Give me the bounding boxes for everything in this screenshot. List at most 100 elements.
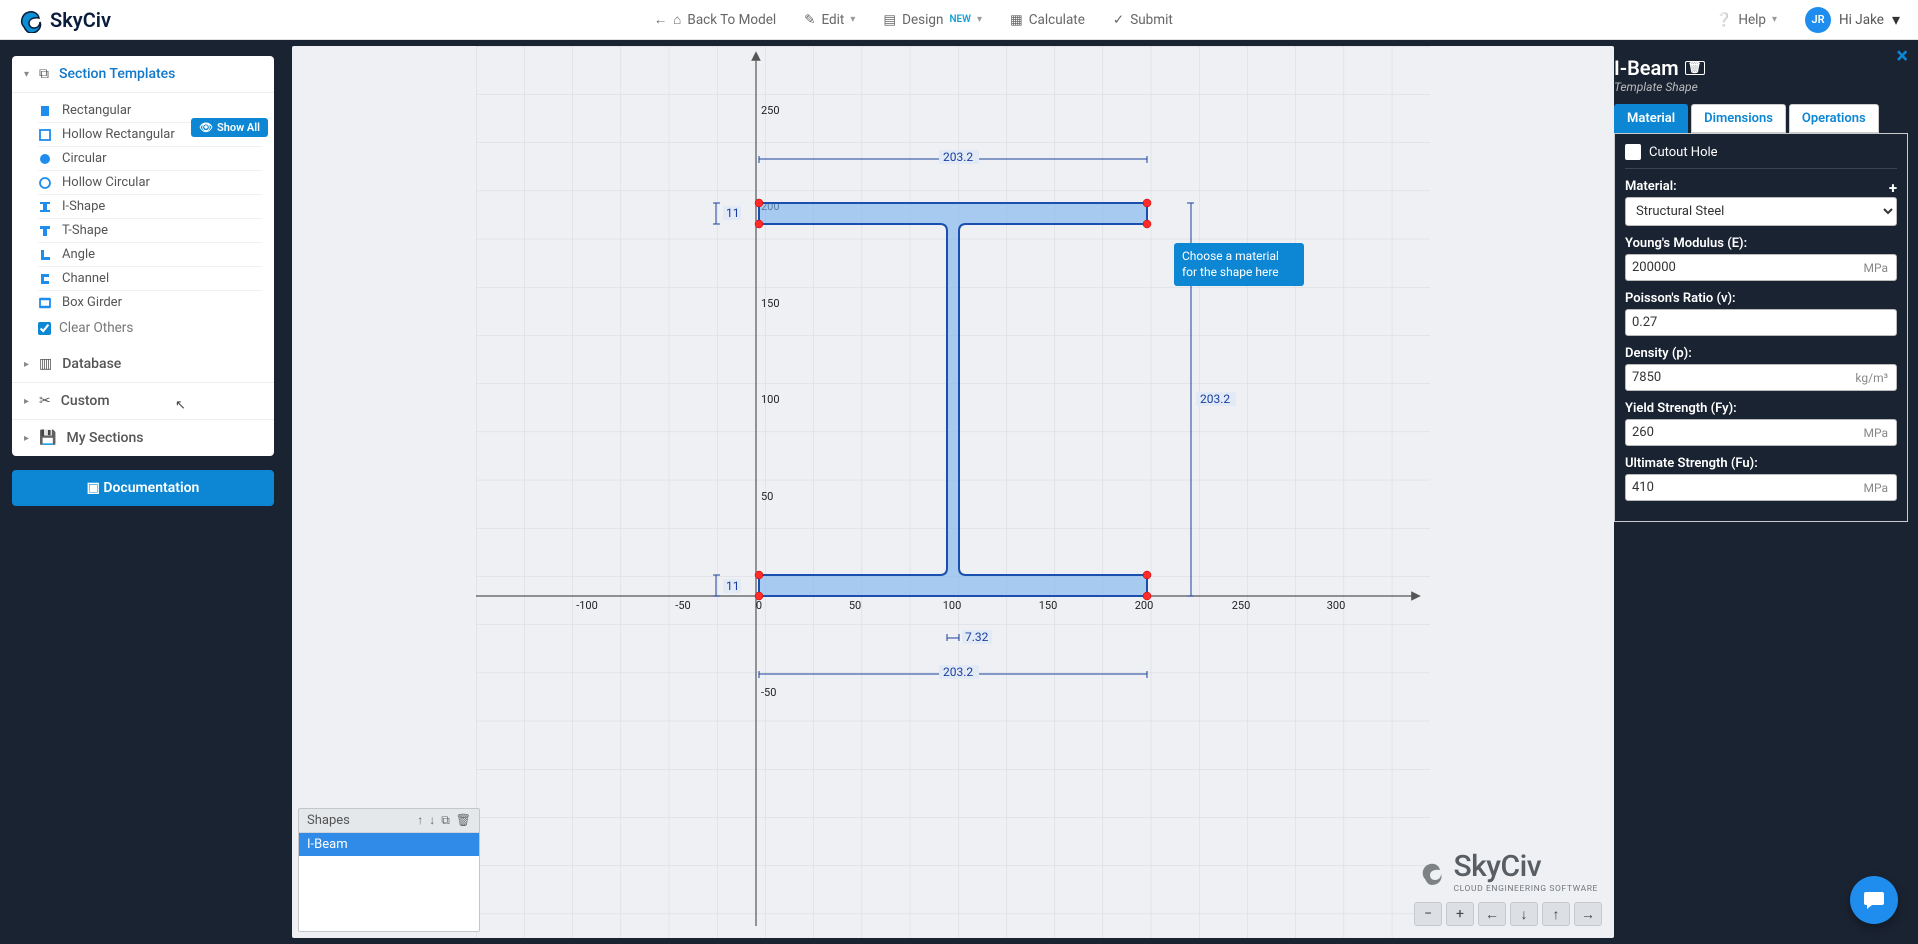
material-select[interactable]: Structural Steel <box>1626 198 1896 225</box>
template-icon: ⧉ <box>39 66 49 82</box>
logo-text: SkyCiv <box>50 8 111 32</box>
svg-text:200: 200 <box>1135 599 1154 612</box>
chevron-down-icon: ▾ <box>24 69 29 80</box>
delete-button[interactable]: 🗑 <box>456 813 471 828</box>
poisson-ratio-input[interactable] <box>1626 310 1896 335</box>
database-header[interactable]: ▸ ▥ Database <box>12 346 274 383</box>
svg-text:100: 100 <box>943 599 962 612</box>
i-shape-icon <box>38 200 52 214</box>
cutout-hole-toggle[interactable]: Cutout Hole <box>1625 144 1897 169</box>
design-menu[interactable]: ▤ Design NEW ▾ <box>883 12 982 28</box>
pan-up-button[interactable]: ↑ <box>1542 902 1570 926</box>
help-menu[interactable]: ❔ Help ▾ <box>1716 12 1778 28</box>
chevron-down-icon[interactable]: ▾ <box>1892 10 1900 29</box>
ultimate-strength-input[interactable] <box>1626 475 1855 500</box>
svg-text:11: 11 <box>726 206 740 220</box>
custom-label: Custom <box>61 393 110 409</box>
template-i-shape[interactable]: I-Shape <box>38 195 262 219</box>
zoom-out-button[interactable]: − <box>1414 902 1442 926</box>
props-subtitle: Template Shape <box>1614 80 1908 94</box>
save-icon: 💾 <box>39 430 56 446</box>
chevron-right-icon: ▸ <box>24 396 29 407</box>
svg-text:7.32: 7.32 <box>965 630 989 644</box>
ultimate-label: Ultimate Strength (Fu): <box>1625 456 1897 471</box>
tab-material[interactable]: Material <box>1614 104 1688 133</box>
edit-menu[interactable]: ✎ Edit ▾ <box>804 12 855 28</box>
duplicate-button[interactable]: ⧉ <box>441 813 450 828</box>
book-icon: ▣ <box>87 480 104 496</box>
custom-header[interactable]: ▸ ✂ Custom ↖ <box>12 383 274 420</box>
template-hollow-circular[interactable]: Hollow Circular <box>38 171 262 195</box>
svg-text:100: 100 <box>761 393 780 406</box>
move-up-button[interactable]: ↑ <box>417 813 423 828</box>
submit-label: Submit <box>1130 12 1173 28</box>
young-label: Young's Modulus (E): <box>1625 236 1897 251</box>
zoom-in-button[interactable]: + <box>1446 902 1474 926</box>
show-all-button[interactable]: 👁 Show All <box>191 118 268 137</box>
section-templates-header[interactable]: ▾ ⧉ Section Templates <box>12 56 274 93</box>
documentation-button[interactable]: ▣ Documentation <box>12 470 274 506</box>
tmpl-label: Hollow Circular <box>62 175 150 190</box>
checkbox-icon[interactable] <box>1625 144 1641 160</box>
svg-text:11: 11 <box>726 579 740 593</box>
submit-button[interactable]: ✓ Submit <box>1113 12 1173 28</box>
unit-mpa: MPa <box>1855 426 1896 440</box>
tmpl-label: Box Girder <box>62 295 122 310</box>
template-channel[interactable]: Channel <box>38 267 262 291</box>
close-panel-button[interactable]: × <box>1896 44 1908 69</box>
logo[interactable]: SkyCiv <box>18 7 111 33</box>
tab-dimensions[interactable]: Dimensions <box>1691 104 1786 133</box>
density-label: Density (p): <box>1625 346 1897 361</box>
unit-kgm3: kg/m³ <box>1847 371 1896 385</box>
back-to-model-button[interactable]: ← ⌂ Back To Model <box>654 12 776 28</box>
tmpl-label: T-Shape <box>62 223 108 238</box>
my-sections-header[interactable]: ▸ 💾 My Sections <box>12 420 274 456</box>
new-badge: NEW <box>949 14 971 25</box>
yield-strength-input[interactable] <box>1626 420 1855 445</box>
young-modulus-input[interactable] <box>1626 255 1855 280</box>
help-label: Help <box>1738 12 1766 28</box>
hollow-rect-icon <box>38 128 52 142</box>
svg-text:203.2: 203.2 <box>943 150 973 164</box>
shape-row-ibeam[interactable]: I-Beam <box>299 833 479 856</box>
density-input[interactable] <box>1626 365 1847 390</box>
show-all-label: Show All <box>217 121 260 134</box>
tab-operations[interactable]: Operations <box>1789 104 1879 133</box>
pan-left-button[interactable]: ← <box>1478 902 1506 926</box>
arrow-left-icon: ← <box>654 12 668 28</box>
template-angle[interactable]: Angle <box>38 243 262 267</box>
shapes-panel: Shapes ↑ ↓ ⧉ 🗑 I-Beam <box>298 808 480 932</box>
pan-down-button[interactable]: ↓ <box>1510 902 1538 926</box>
database-icon: ▥ <box>39 356 52 372</box>
svg-text:203.2: 203.2 <box>943 665 973 679</box>
cursor-icon: ↖ <box>175 398 186 413</box>
clear-others-checkbox[interactable] <box>38 322 51 335</box>
channel-icon <box>38 272 52 286</box>
add-material-button[interactable]: + <box>1889 179 1897 197</box>
help-icon: ❔ <box>1716 12 1733 28</box>
svg-text:300: 300 <box>1327 599 1346 612</box>
calculate-button[interactable]: ▦ Calculate <box>1010 12 1085 28</box>
wm-big: SkyCiv <box>1453 849 1541 884</box>
check-icon: ✓ <box>1113 12 1124 28</box>
watermark: SkyCiv CLOUD ENGINEERING SOFTWARE <box>1419 849 1598 894</box>
template-t-shape[interactable]: T-Shape <box>38 219 262 243</box>
chat-button[interactable] <box>1850 876 1898 924</box>
pan-right-button[interactable]: → <box>1574 902 1602 926</box>
tmpl-label: Circular <box>62 151 107 166</box>
trash-icon[interactable]: 🗑 <box>1685 61 1705 75</box>
move-down-button[interactable]: ↓ <box>429 813 435 828</box>
template-circular[interactable]: Circular <box>38 147 262 171</box>
tmpl-label: Angle <box>62 247 95 262</box>
template-box-girder[interactable]: Box Girder <box>38 291 262 314</box>
tmpl-label: Channel <box>62 271 109 286</box>
section-canvas[interactable]: -100 -50 0 50 100 150 200 250 300 250 20… <box>292 46 1614 938</box>
svg-text:250: 250 <box>761 104 780 117</box>
user-avatar[interactable]: JR <box>1805 7 1831 33</box>
clear-others-toggle[interactable]: Clear Others <box>38 314 262 336</box>
doc-label: Documentation <box>103 480 199 496</box>
poisson-label: Poisson's Ratio (v): <box>1625 291 1897 306</box>
cutout-label: Cutout Hole <box>1649 145 1718 160</box>
svg-text:250: 250 <box>1232 599 1251 612</box>
props-title: I-Beam <box>1614 56 1679 80</box>
